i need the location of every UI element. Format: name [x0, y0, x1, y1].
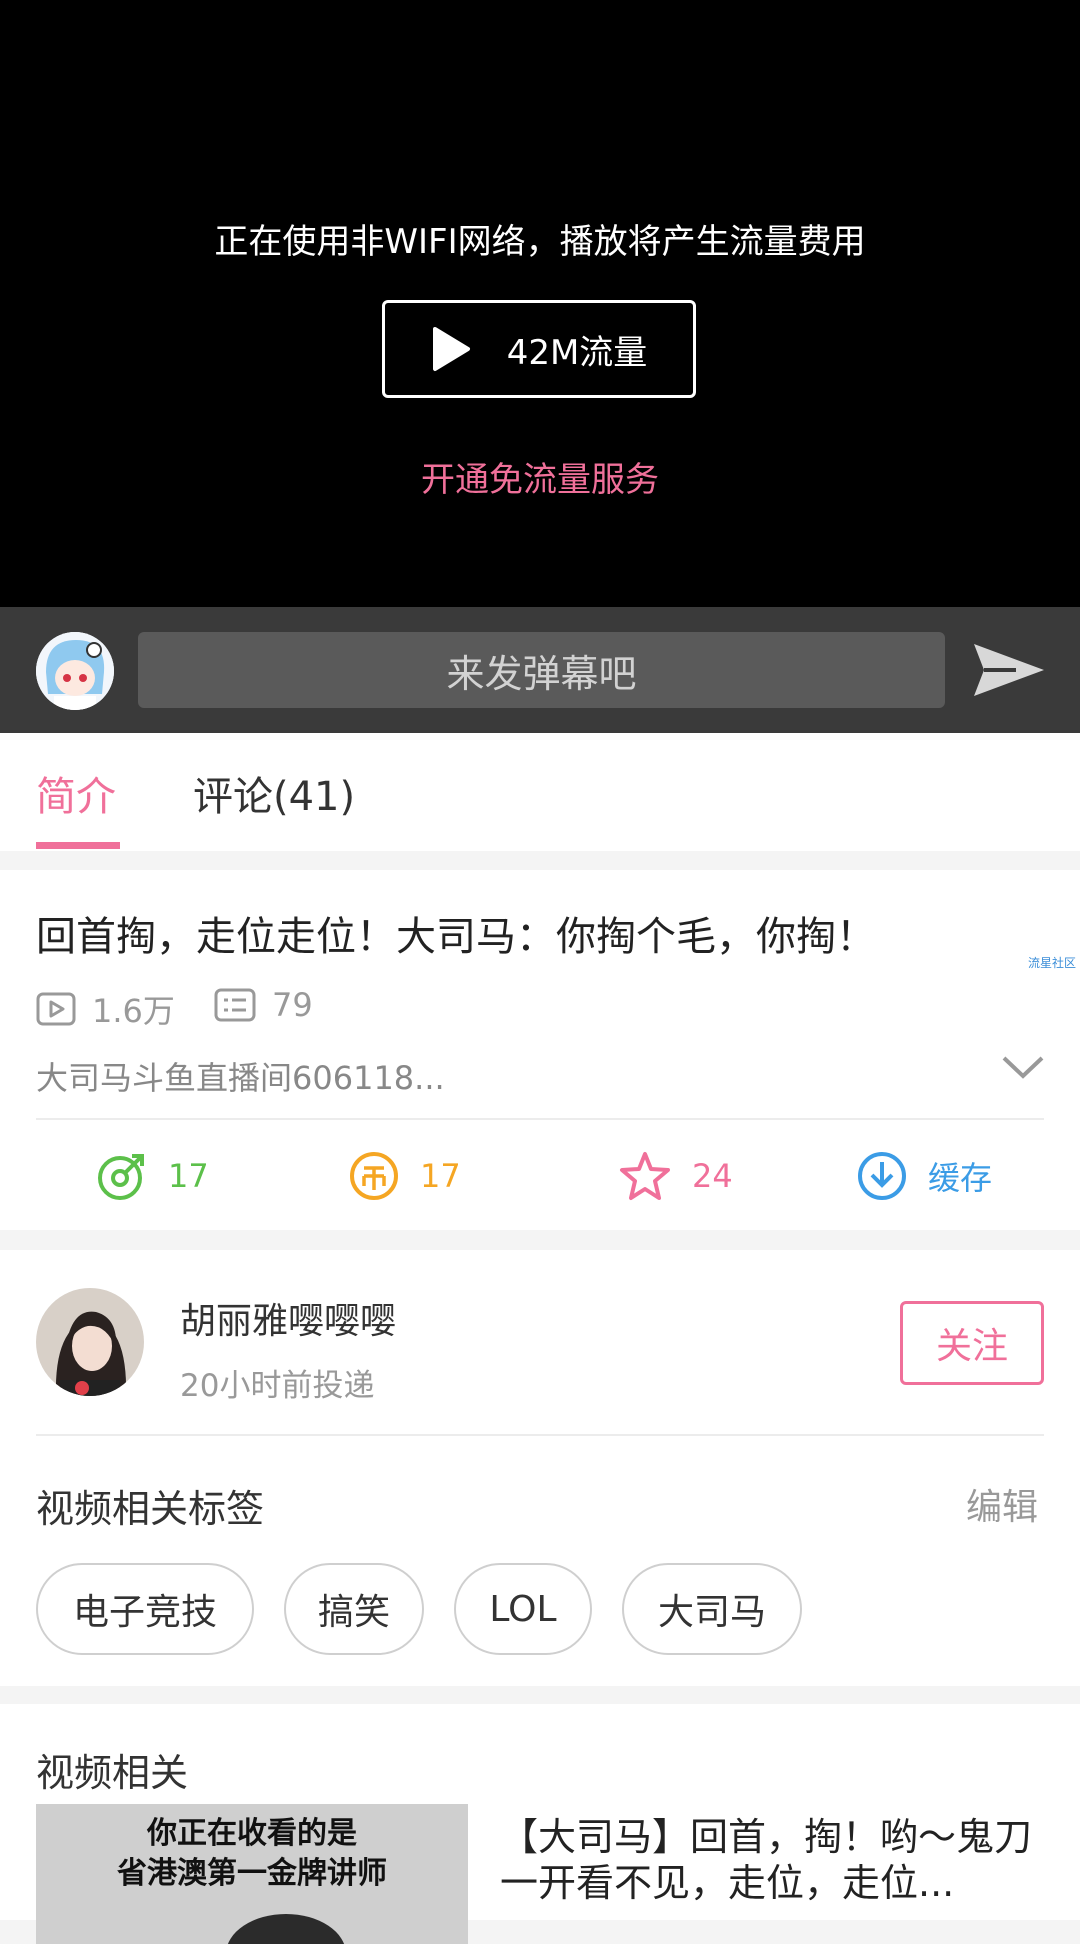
play-count-icon	[36, 992, 76, 1026]
avatar-illustration	[36, 632, 114, 710]
edit-tags-button[interactable]: 编辑	[966, 1478, 1038, 1530]
uploader-avatar[interactable]	[36, 1288, 144, 1396]
watermark: 流星社区	[1028, 956, 1077, 970]
free-data-service-link[interactable]: 开通免流量服务	[0, 452, 1080, 501]
star-icon	[620, 1152, 670, 1200]
coin-icon	[350, 1152, 398, 1200]
views-count: 1.6万	[92, 992, 175, 1030]
coin-count: 17	[420, 1157, 461, 1195]
play-button-label: 42M流量	[506, 332, 648, 373]
coin-button[interactable]: 17	[348, 1148, 461, 1204]
danmaku-input[interactable]: 来发弹幕吧	[138, 632, 945, 708]
active-tab-indicator	[36, 842, 120, 849]
thumbnail-caption: 你正在收看的是	[147, 1816, 357, 1851]
like-button[interactable]: 17	[96, 1148, 209, 1204]
uploader-name[interactable]: 胡丽雅嘤嘤嘤	[180, 1292, 396, 1344]
network-notice: 正在使用非WIFI网络，播放将产生流量费用	[214, 222, 866, 262]
danmaku-stat: 79	[214, 986, 313, 1024]
divider	[36, 1434, 1044, 1436]
play-icon	[432, 327, 470, 371]
download-icon	[858, 1152, 906, 1200]
chevron-down-icon[interactable]	[1000, 1052, 1046, 1082]
views-stat: 1.6万	[36, 986, 175, 1032]
danmaku-count-icon	[214, 988, 256, 1022]
like-count: 17	[168, 1157, 209, 1195]
related-video-thumbnail[interactable]: 你正在收看的是 省港澳第一金牌讲师	[36, 1804, 468, 1944]
tag-chip[interactable]: 大司马	[622, 1563, 802, 1655]
user-avatar[interactable]	[36, 632, 114, 710]
cache-label: 缓存	[928, 1159, 993, 1197]
tab-comments[interactable]: 评论(41)	[193, 764, 355, 822]
tag-chip[interactable]: LOL	[454, 1563, 592, 1655]
favorite-button[interactable]: 24	[618, 1148, 733, 1204]
cache-button[interactable]: 缓存	[856, 1148, 992, 1204]
send-icon[interactable]	[970, 640, 1048, 700]
tag-chip[interactable]: 搞笑	[284, 1563, 424, 1655]
tag-chip[interactable]: 电子竞技	[36, 1563, 254, 1655]
follow-button[interactable]: 关注	[900, 1301, 1044, 1385]
play-with-data-button[interactable]: 42M流量	[382, 300, 696, 398]
tab-intro[interactable]: 简介	[36, 764, 116, 822]
upload-time: 20小时前投递	[180, 1368, 375, 1404]
related-video-title[interactable]: 【大司马】回首，掏！哟～鬼刀一开看不见，走位，走位...	[500, 1814, 1048, 1906]
divider	[36, 1118, 1044, 1120]
danmaku-count: 79	[272, 986, 313, 1024]
thumbnail-caption: 省港澳第一金牌讲师	[117, 1856, 387, 1891]
video-description: 大司马斗鱼直播间606118...	[36, 1059, 445, 1097]
video-title: 回首掏，走位走位！大司马：你掏个毛，你掏！	[36, 914, 876, 960]
uploader-photo	[36, 1288, 144, 1396]
tags-heading: 视频相关标签	[36, 1487, 265, 1531]
like-icon	[98, 1154, 144, 1200]
tab-bar	[0, 733, 1080, 851]
favorite-count: 24	[692, 1157, 733, 1195]
related-heading: 视频相关	[36, 1751, 189, 1795]
